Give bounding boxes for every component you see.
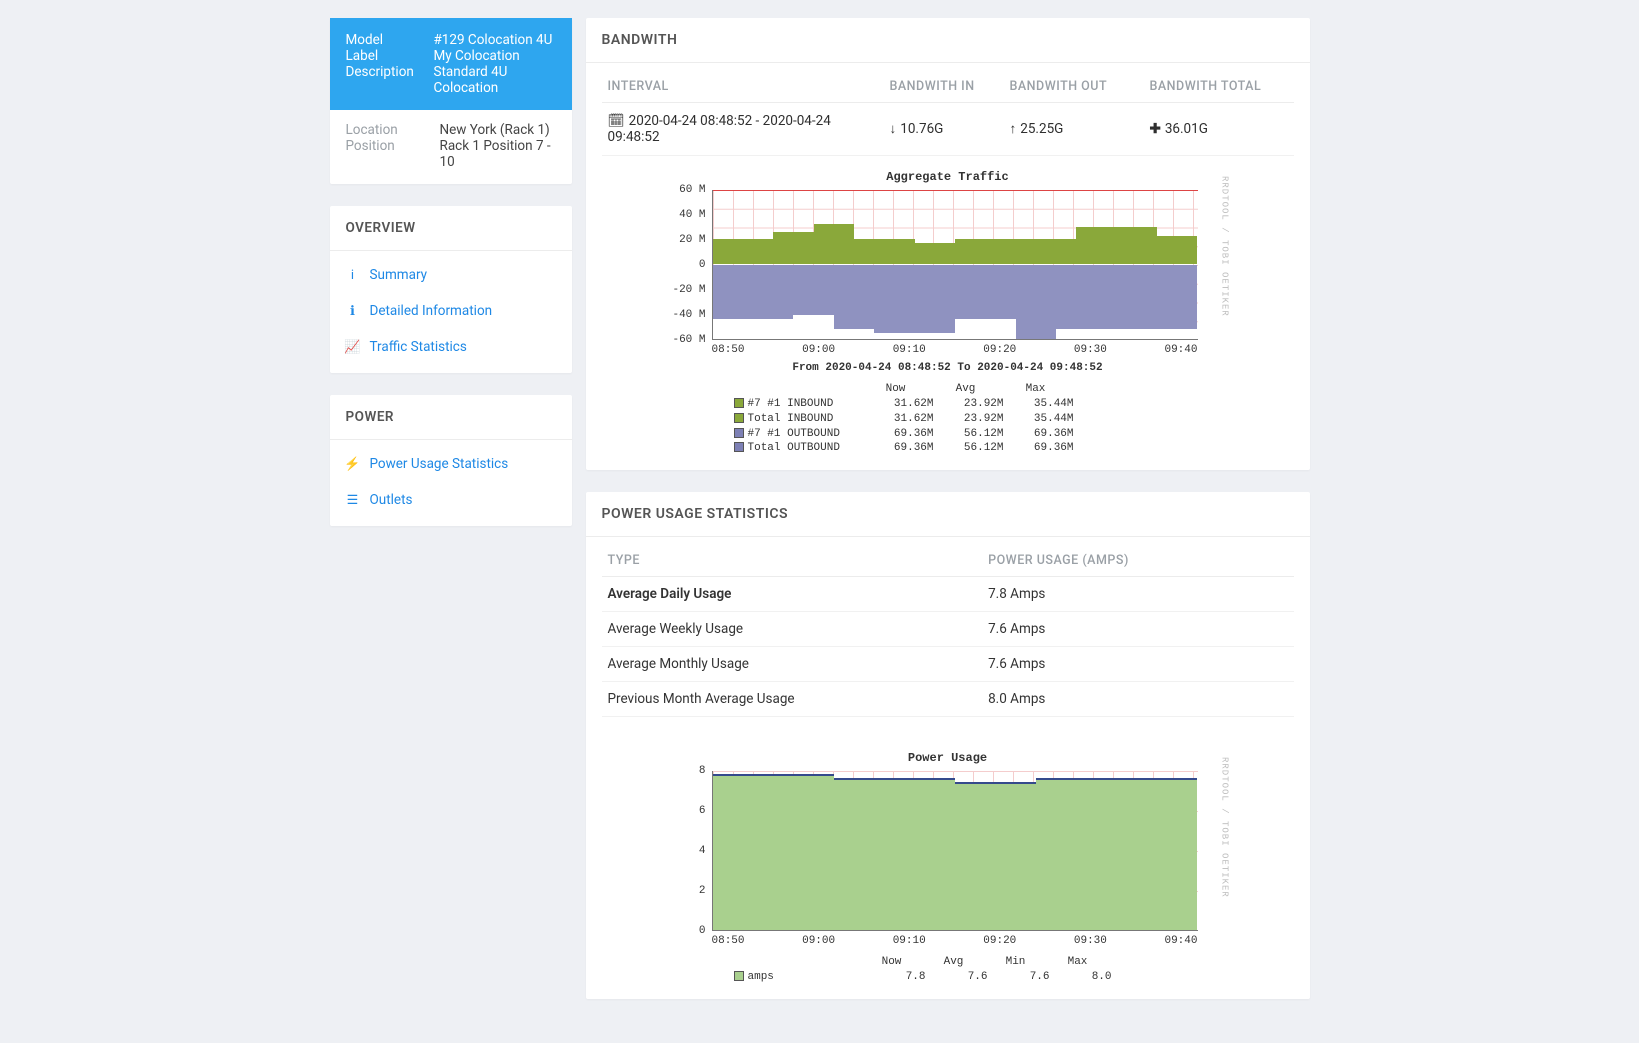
bw-interval: 2020-04-24 08:48:52 - 2020-04-24 09:48:5… bbox=[608, 113, 831, 145]
bandwidth-table: INTERVAL BANDWITH IN BANDWITH OUT BANDWI… bbox=[602, 71, 1294, 156]
bw-out: 25.25G bbox=[1020, 121, 1063, 137]
power-panel: POWER ⚡ Power Usage Statistics ☰ Outlets bbox=[330, 395, 572, 526]
power-card: POWER USAGE STATISTICS TYPE POWER USAGE … bbox=[586, 492, 1310, 999]
power-table: TYPE POWER USAGE (AMPS) Average Daily Us… bbox=[602, 545, 1294, 717]
chart-line-icon: 📈 bbox=[346, 340, 360, 355]
power-legend: NowAvgMinMaxamps7.87.67.68.0 bbox=[734, 955, 1228, 985]
sidebar-item-label: Detailed Information bbox=[370, 303, 493, 319]
info-icon: i bbox=[346, 268, 360, 283]
table-row: Average Daily Usage7.8 Amps bbox=[602, 577, 1294, 612]
power-chart-title: Power Usage bbox=[668, 751, 1228, 765]
pw-type: Previous Month Average Usage bbox=[602, 682, 983, 717]
traffic-x-axis: 08:5009:0009:1009:2009:3009:40 bbox=[712, 344, 1198, 356]
list-icon: ☰ bbox=[346, 493, 360, 508]
sidebar-item-label: Outlets bbox=[370, 492, 413, 508]
power-y-axis: 86420 bbox=[668, 771, 710, 921]
traffic-y-axis: 60 M40 M20 M0-20 M-40 M-60 M bbox=[668, 190, 710, 340]
info-label-label: Label bbox=[346, 48, 434, 64]
info-desc-label: Description bbox=[346, 64, 434, 96]
overview-panel: OVERVIEW i Summary ℹ Detailed Informatio… bbox=[330, 206, 572, 373]
info-position-value: Rack 1 Position 7 - 10 bbox=[440, 138, 556, 170]
plug-icon: ⚡ bbox=[346, 457, 360, 472]
pw-col-usage: POWER USAGE (AMPS) bbox=[982, 545, 1293, 577]
rrdtool-label: RRDTOOL / TOBI OETIKER bbox=[1220, 176, 1230, 317]
traffic-chart-title: Aggregate Traffic bbox=[668, 170, 1228, 184]
table-row: Average Monthly Usage7.6 Amps bbox=[602, 647, 1294, 682]
pw-usage: 7.6 Amps bbox=[982, 647, 1293, 682]
bw-in: 10.76G bbox=[900, 121, 943, 137]
sidebar-item-label: Traffic Statistics bbox=[370, 339, 467, 355]
bw-col-out: BANDWITH OUT bbox=[1004, 71, 1144, 103]
traffic-chart-subtitle: From 2020-04-24 08:48:52 To 2020-04-24 0… bbox=[668, 362, 1228, 374]
bw-col-in: BANDWITH IN bbox=[884, 71, 1004, 103]
info-location-label: Location bbox=[346, 122, 440, 138]
threshold-line bbox=[713, 190, 1198, 191]
table-row: Previous Month Average Usage8.0 Amps bbox=[602, 682, 1294, 717]
calendar-icon: 🗓 bbox=[608, 113, 625, 129]
info-circle-icon: ℹ bbox=[346, 304, 360, 319]
sidebar-item-traffic[interactable]: 📈 Traffic Statistics bbox=[330, 329, 572, 365]
power-title: POWER bbox=[330, 395, 572, 440]
bandwidth-title: BANDWITH bbox=[586, 18, 1310, 63]
info-position-label: Position bbox=[346, 138, 440, 170]
table-row: Average Weekly Usage7.6 Amps bbox=[602, 612, 1294, 647]
power-card-title: POWER USAGE STATISTICS bbox=[586, 492, 1310, 537]
info-desc-value: Standard 4U Colocation bbox=[434, 64, 556, 96]
bandwidth-card: BANDWITH INTERVAL BANDWITH IN BANDWITH O… bbox=[586, 18, 1310, 470]
bw-col-interval: INTERVAL bbox=[602, 71, 884, 103]
arrow-up-icon: ↑ bbox=[1010, 121, 1017, 137]
sidebar-item-details[interactable]: ℹ Detailed Information bbox=[330, 293, 572, 329]
pw-type: Average Weekly Usage bbox=[602, 612, 983, 647]
table-row: 🗓2020-04-24 08:48:52 - 2020-04-24 09:48:… bbox=[602, 103, 1294, 156]
power-x-axis: 08:5009:0009:1009:2009:3009:40 bbox=[712, 935, 1198, 947]
pw-col-type: TYPE bbox=[602, 545, 983, 577]
plus-icon: ✚ bbox=[1150, 121, 1161, 137]
traffic-plot-area bbox=[712, 190, 1198, 340]
power-plot-area bbox=[712, 771, 1198, 931]
traffic-chart: Aggregate Traffic 60 M40 M20 M0-20 M-40 … bbox=[668, 166, 1228, 456]
bw-total: 36.01G bbox=[1165, 121, 1208, 137]
sidebar-item-powerstats[interactable]: ⚡ Power Usage Statistics bbox=[330, 446, 572, 482]
sidebar-item-summary[interactable]: i Summary bbox=[330, 257, 572, 293]
pw-usage: 8.0 Amps bbox=[982, 682, 1293, 717]
overview-title: OVERVIEW bbox=[330, 206, 572, 251]
pw-usage: 7.6 Amps bbox=[982, 612, 1293, 647]
pw-usage: 7.8 Amps bbox=[982, 577, 1293, 612]
pw-type: Average Daily Usage bbox=[602, 577, 983, 612]
sidebar-item-label: Power Usage Statistics bbox=[370, 456, 509, 472]
sidebar-item-outlets[interactable]: ☰ Outlets bbox=[330, 482, 572, 518]
pw-type: Average Monthly Usage bbox=[602, 647, 983, 682]
sidebar-item-label: Summary bbox=[370, 267, 428, 283]
info-label-value: My Colocation bbox=[434, 48, 556, 64]
arrow-down-icon: ↓ bbox=[890, 121, 897, 137]
info-location-value: New York (Rack 1) bbox=[440, 122, 556, 138]
colocation-info-card: Model#129 Colocation 4U LabelMy Colocati… bbox=[330, 18, 572, 184]
info-model-label: Model bbox=[346, 32, 434, 48]
traffic-legend: NowAvgMax#7 #1 INBOUND31.62M23.92M35.44M… bbox=[734, 382, 1228, 456]
rrdtool-label: RRDTOOL / TOBI OETIKER bbox=[1220, 757, 1230, 898]
power-chart: Power Usage 86420 08:5009:0009:1009:2009… bbox=[668, 747, 1228, 985]
info-model-value: #129 Colocation 4U bbox=[434, 32, 556, 48]
bw-col-total: BANDWITH TOTAL bbox=[1144, 71, 1294, 103]
